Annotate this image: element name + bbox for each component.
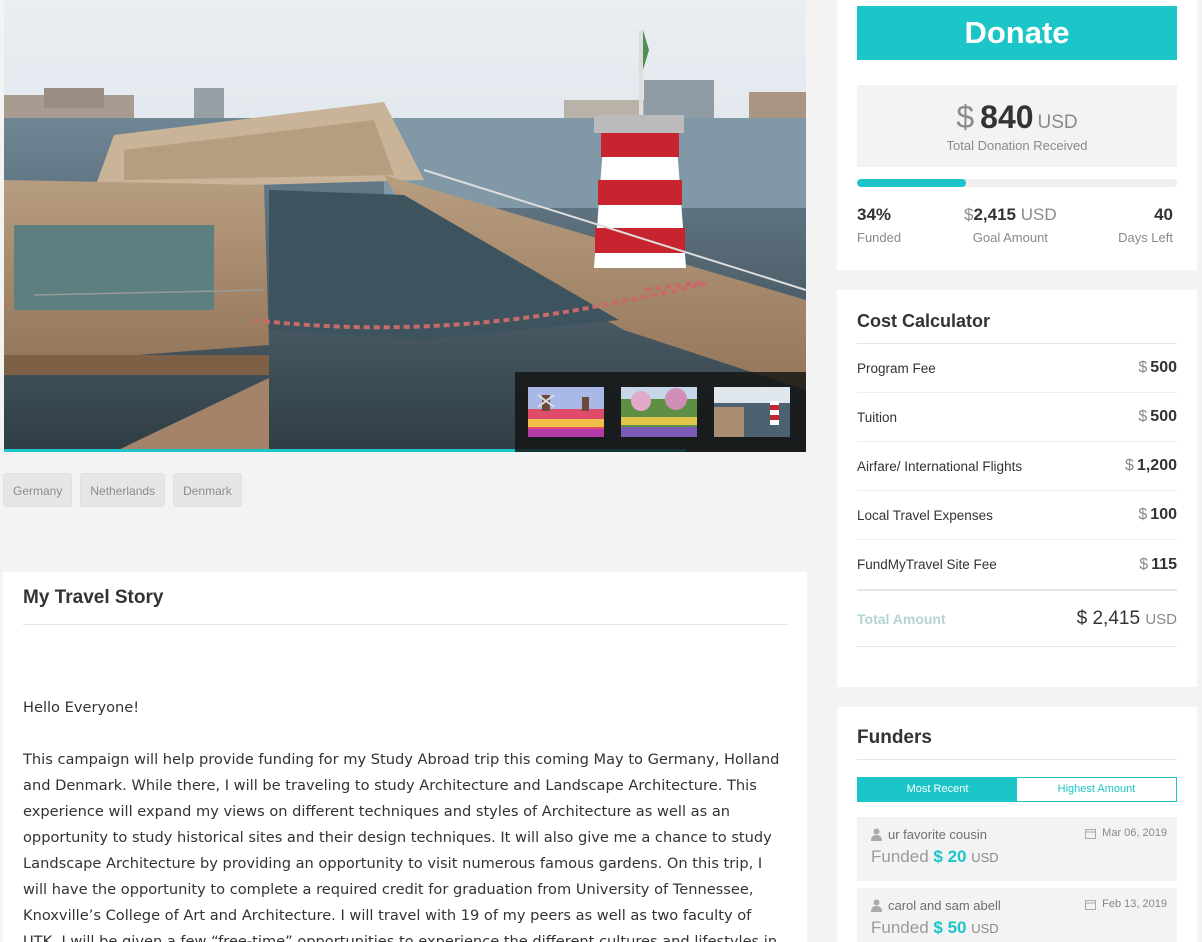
cost-total-label: Total Amount [857, 610, 946, 627]
tag-germany[interactable]: Germany [3, 473, 73, 507]
days-left-value: 40 [1154, 205, 1173, 224]
tab-highest-amount[interactable]: Highest Amount [1017, 778, 1176, 801]
total-donation-box: $840 USD Total Donation Received [857, 85, 1177, 167]
cost-item-value: $115 [1139, 556, 1177, 574]
user-icon [871, 899, 882, 912]
goal-stat: $2,415 USD Goal Amount [964, 205, 1057, 245]
total-donation-amount: $840 USD [857, 99, 1177, 136]
funder-name: carol and sam abell [888, 898, 1001, 913]
total-donation-value: 840 [980, 99, 1034, 135]
cost-amount: 500 [1150, 359, 1177, 376]
cost-item-name: Airfare/ International Flights [857, 458, 1023, 474]
story-body: Hello Everyone! This campaign will help … [23, 695, 787, 942]
funded-label: Funded [857, 230, 902, 245]
story-title: My Travel Story [23, 572, 787, 625]
user-icon [871, 828, 882, 841]
funder-item: carol and sam abell Feb 13, 2019 Funded … [857, 888, 1177, 942]
funder-name: ur favorite cousin [888, 827, 987, 842]
cost-row-tuition: Tuition $500 [857, 393, 1177, 442]
goal-value: 2,415 [973, 205, 1017, 224]
thumbnail-harbour[interactable] [714, 387, 790, 437]
cost-amount: 100 [1150, 506, 1177, 523]
cost-total-row: Total Amount $ 2,415 USD [857, 589, 1177, 647]
calendar-icon [1085, 899, 1097, 910]
goal-amount: $2,415 USD [964, 205, 1057, 225]
days-left-stat: 40 Days Left [1118, 205, 1173, 245]
cost-item-value: $500 [1138, 359, 1177, 377]
cost-item-name: Local Travel Expenses [857, 507, 993, 523]
funding-progress-bar [857, 179, 1177, 187]
cost-row-program-fee: Program Fee $500 [857, 344, 1177, 393]
funder-amount: $ 20 [933, 847, 967, 866]
cost-amount: 500 [1150, 408, 1177, 425]
cost-item-name: Tuition [857, 409, 898, 425]
cost-currency-symbol: $ [1139, 555, 1149, 573]
harbour-thumbnail [714, 387, 790, 437]
cost-calculator-card: Cost Calculator Program Fee $500 Tuition… [837, 290, 1197, 687]
funder-amount-row: Funded $ 20 USD [871, 847, 1163, 867]
funded-percent: 34% [857, 205, 892, 224]
tag-denmark[interactable]: Denmark [173, 473, 242, 507]
calendar-icon [1085, 828, 1097, 839]
donation-summary-card: Donate $840 USD Total Donation Received 3… [837, 0, 1197, 270]
thumbnail-tulip-fields[interactable] [528, 387, 604, 437]
funding-progress-fill [857, 179, 966, 187]
cost-currency-symbol: $ [1138, 506, 1148, 523]
cost-row-site-fee: FundMyTravel Site Fee $115 [857, 540, 1177, 589]
cost-currency-symbol: $ [1138, 359, 1148, 376]
cost-row-airfare: Airfare/ International Flights $1,200 [857, 442, 1177, 491]
days-left-label: Days Left [1118, 230, 1173, 245]
funders-card: Funders Most Recent Highest Amount ur fa… [837, 707, 1197, 942]
thumbnail-garden[interactable] [621, 387, 697, 437]
cost-total-unit: USD [1145, 610, 1177, 628]
total-donation-label: Total Donation Received [946, 138, 1088, 153]
tab-most-recent[interactable]: Most Recent [858, 778, 1017, 801]
funded-stat: 34% Funded [857, 205, 901, 245]
cost-total-value: $ 2,415 [1076, 607, 1141, 629]
tulip-windmill-thumbnail [528, 387, 604, 437]
funder-unit: USD [971, 850, 999, 865]
cost-amount: 1,200 [1136, 457, 1177, 474]
thumbnail-strip [515, 372, 806, 452]
funder-date: Feb 13, 2019 [1102, 898, 1167, 910]
funder-unit: USD [971, 921, 999, 936]
goal-unit: USD [1020, 205, 1057, 224]
funder-amount: $ 50 [933, 918, 967, 937]
funders-title: Funders [857, 707, 1177, 760]
cost-calculator-title: Cost Calculator [857, 290, 1177, 344]
cost-item-value: $1,200 [1125, 457, 1177, 475]
garden-thumbnail [621, 387, 697, 437]
story-greeting: Hello Everyone! [23, 699, 140, 716]
donate-button[interactable]: Donate [857, 6, 1177, 60]
currency-symbol: $ [956, 99, 975, 135]
funded-label: Funded [871, 918, 929, 937]
cost-currency-symbol: $ [1125, 457, 1134, 474]
cost-item-value: $100 [1138, 506, 1177, 524]
story-paragraph: This campaign will help provide funding … [23, 751, 780, 942]
funder-item: ur favorite cousin Mar 06, 2019 Funded $… [857, 817, 1177, 881]
funder-date-row: Mar 06, 2019 [1085, 827, 1167, 839]
funders-sort-tabs: Most Recent Highest Amount [857, 777, 1177, 802]
funder-amount-row: Funded $ 50 USD [871, 918, 1163, 938]
cost-currency-symbol: $ [1138, 408, 1148, 425]
cost-total-amount: $ 2,415 USD [1077, 608, 1177, 630]
funded-label: Funded [871, 847, 929, 866]
travel-story-card: My Travel Story Hello Everyone! This cam… [3, 572, 807, 942]
funder-date: Mar 06, 2019 [1102, 827, 1167, 839]
cost-item-name: FundMyTravel Site Fee [857, 557, 997, 572]
goal-label: Goal Amount [972, 230, 1048, 245]
cost-item-value: $500 [1138, 408, 1177, 426]
cost-item-name: Program Fee [857, 360, 936, 376]
cost-amount: 115 [1151, 555, 1177, 573]
campaign-photo-gallery[interactable] [4, 0, 806, 452]
funder-date-row: Feb 13, 2019 [1085, 898, 1167, 910]
cost-row-local-travel: Local Travel Expenses $100 [857, 491, 1177, 540]
country-tags: Germany Netherlands Denmark [3, 473, 242, 507]
currency-unit: USD [1037, 112, 1078, 133]
tag-netherlands[interactable]: Netherlands [80, 473, 166, 507]
